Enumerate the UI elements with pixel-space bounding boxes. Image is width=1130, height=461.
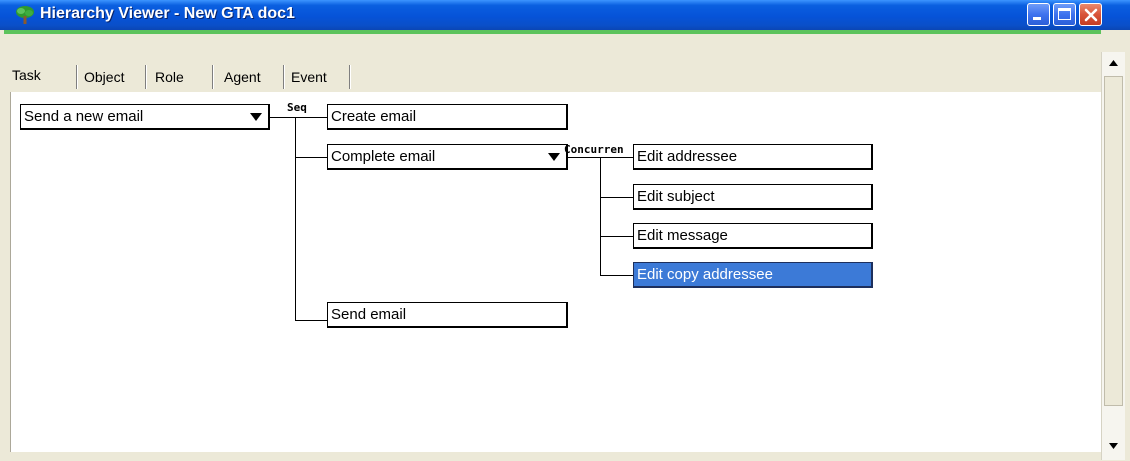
tree-node-edit-copy-addressee[interactable]: Edit copy addressee [633,262,873,288]
connector-line [600,157,601,275]
dropdown-arrow-icon[interactable] [548,153,560,161]
connector-line [600,197,633,198]
tab-event[interactable]: Event [291,64,327,90]
node-label: Edit message [637,227,728,244]
tree-node-edit-message[interactable]: Edit message [633,223,873,249]
scrollbar-thumb[interactable] [1104,76,1123,406]
tab-separator [349,65,351,89]
node-label: Send a new email [24,108,144,125]
tab-separator [212,65,214,89]
operator-label-seq: Seq [287,101,307,114]
connector-line [600,275,633,276]
dropdown-arrow-icon[interactable] [250,113,262,121]
node-label: Create email [331,108,417,125]
hierarchy-canvas[interactable]: Send a new email Seq Create email Comple… [10,92,1102,452]
node-label: Edit addressee [637,148,738,165]
connector-line [600,236,633,237]
operator-label-concurrent: Concurren [564,143,624,156]
tree-node-root[interactable]: Send a new email [20,104,270,130]
connector-line [295,117,296,320]
node-label: Send email [331,306,407,323]
tab-separator [145,65,147,89]
tree-node-edit-addressee[interactable]: Edit addressee [633,144,873,170]
maximize-icon [1058,8,1071,20]
close-icon [1084,8,1098,22]
scroll-up-arrow-icon[interactable] [1104,54,1123,73]
window-title: Hierarchy Viewer - New GTA doc1 [40,5,295,22]
hierarchy-viewer-window: Hierarchy Viewer - New GTA doc1 Task Obj… [0,0,1130,461]
tab-bar: Task Object Role Agent Event [4,34,1101,92]
tree-node-send-email[interactable]: Send email [327,302,568,328]
vertical-scrollbar[interactable] [1101,52,1125,460]
maximize-button[interactable] [1053,3,1076,26]
title-bar[interactable]: Hierarchy Viewer - New GTA doc1 [0,0,1130,30]
tree-icon [16,6,34,24]
connector-line [295,157,327,158]
minimize-button[interactable] [1027,3,1050,26]
tab-separator [76,65,78,89]
tab-agent[interactable]: Agent [224,64,261,90]
tab-task[interactable]: Task [12,61,41,89]
close-button[interactable] [1079,3,1102,26]
node-label: Complete email [331,148,436,165]
node-label: Edit copy addressee [637,266,773,283]
tree-node-create-email[interactable]: Create email [327,104,568,130]
minimize-icon [1033,17,1041,20]
tab-role[interactable]: Role [155,64,184,90]
scroll-down-arrow-icon[interactable] [1104,436,1123,455]
connector-line [295,117,327,118]
tab-separator [283,65,285,89]
tree-node-edit-subject[interactable]: Edit subject [633,184,873,210]
connector-line [295,320,327,321]
node-label: Edit subject [637,188,715,205]
tab-object[interactable]: Object [84,64,124,90]
tree-node-complete-email[interactable]: Complete email [327,144,568,170]
